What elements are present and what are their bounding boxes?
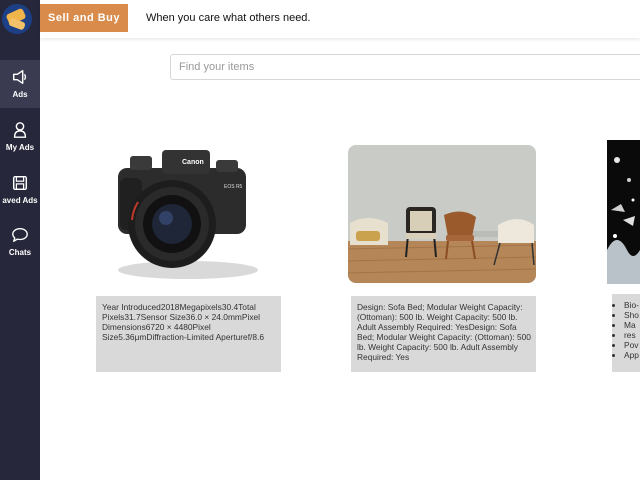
list-item: res [624,330,640,340]
listing-card[interactable]: Canon EOS R5 Year Introduced2018Megapixe… [96,128,281,372]
splash-image[interactable] [607,140,640,284]
list-item: Sho [624,310,640,320]
app-logo[interactable] [2,4,32,34]
svg-text:EOS R5: EOS R5 [224,184,243,190]
sidebar-item-chats[interactable]: Chats [0,218,40,266]
chat-bubble-icon [12,228,28,242]
listing-description: Bio- Sho Ma res Pov App [612,294,640,372]
tagline: When you care what others need. [146,12,311,24]
sidebar-item-ads[interactable]: Ads [0,60,40,108]
furniture-image[interactable] [348,145,536,283]
search-input[interactable] [170,54,640,80]
listing-card[interactable]: Design: Sofa Bed; Modular Weight Capacit… [348,145,536,372]
sidebar-item-my-ads[interactable]: My Ads [0,113,40,161]
list-item: Bio- [624,300,640,310]
brand-logo[interactable]: Sell and Buy [40,4,128,32]
top-header: Sell and Buy When you care what others n… [40,0,640,38]
listing-description: Year Introduced2018Megapixels30.4Total P… [96,296,281,372]
megaphone-icon [12,69,27,85]
sidebar-item-saved-ads[interactable]: aved Ads [0,166,40,214]
svg-text:Canon: Canon [182,159,204,166]
sidebar: Ads My Ads aved Ads Chats [0,0,40,480]
listing-description: Design: Sofa Bed; Modular Weight Capacit… [351,296,536,372]
list-item: Pov [624,340,640,350]
sidebar-item-label: aved Ads [2,196,38,205]
save-icon [12,175,28,191]
sidebar-item-label: Ads [12,90,28,99]
sidebar-item-label: Chats [8,248,32,257]
listing-card[interactable]: Bio- Sho Ma res Pov App [607,140,640,372]
user-icon [13,122,27,138]
camera-image[interactable]: Canon EOS R5 [96,128,281,288]
sidebar-item-label: My Ads [5,143,35,152]
list-item: Ma [624,320,640,330]
list-item: App [624,350,640,360]
